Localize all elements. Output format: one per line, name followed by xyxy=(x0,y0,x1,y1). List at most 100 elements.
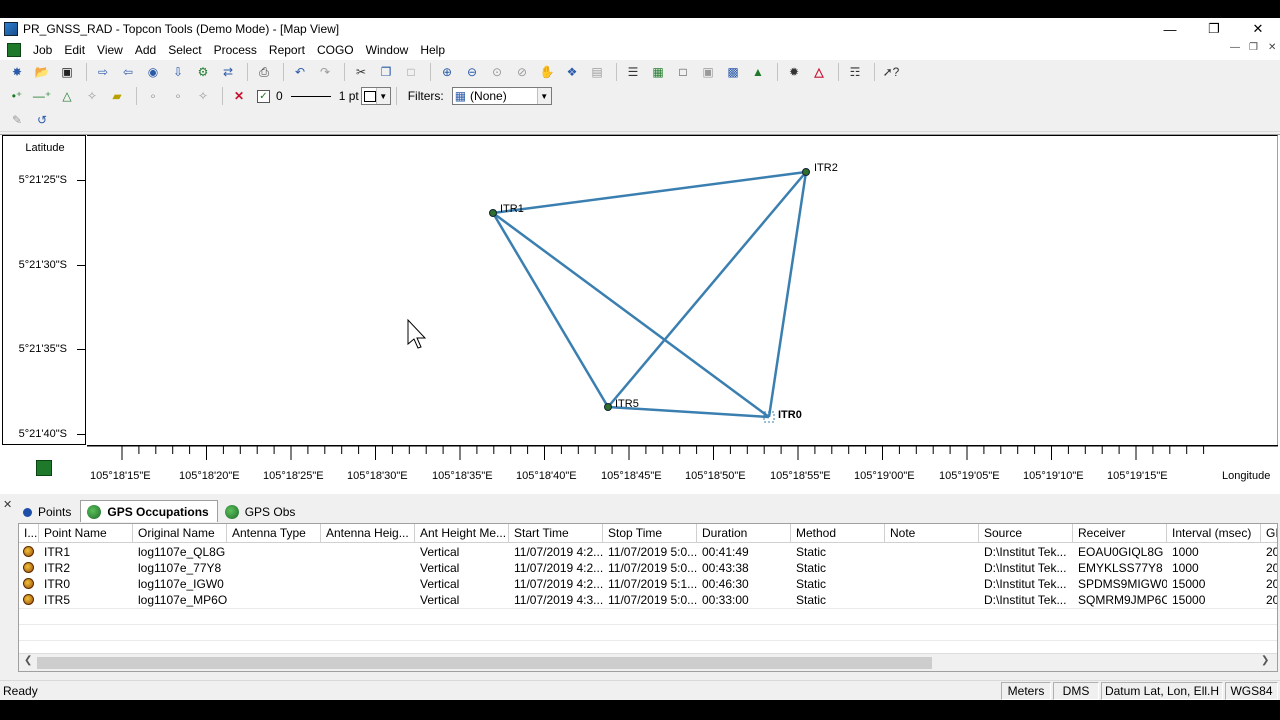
add-area-icon[interactable]: △ xyxy=(56,86,78,106)
delete-icon[interactable]: ✕ xyxy=(228,86,250,106)
filters-select[interactable]: ▦ (None) ▼ xyxy=(451,87,552,105)
occupation-view-icon[interactable]: □ xyxy=(672,62,694,82)
save-icon[interactable]: ▣ xyxy=(56,62,78,82)
station-marker-icon[interactable] xyxy=(489,209,497,217)
help-pointer-icon[interactable]: ➚? xyxy=(880,62,902,82)
export-icon[interactable]: ⇦ xyxy=(117,62,139,82)
tab-points[interactable]: Points xyxy=(16,502,80,522)
column-header[interactable]: Antenna Type xyxy=(227,524,321,543)
line-visible-checkbox[interactable]: ✓ xyxy=(257,89,270,103)
panel-close-icon[interactable]: ✕ xyxy=(3,498,12,511)
download-icon[interactable]: ⇩ xyxy=(167,62,189,82)
column-header[interactable]: I... xyxy=(19,524,39,543)
menu-cogo[interactable]: COGO xyxy=(311,43,360,57)
zoom-out-icon[interactable]: ⊖ xyxy=(461,62,483,82)
baseline-itr1-itr0[interactable] xyxy=(492,211,770,419)
menu-report[interactable]: Report xyxy=(263,43,311,57)
zoom-in-icon[interactable]: ⊕ xyxy=(436,62,458,82)
receiver-icon[interactable]: ◉ xyxy=(142,62,164,82)
mdi-restore-icon[interactable]: ❐ xyxy=(1249,42,1258,53)
column-header[interactable]: GI xyxy=(1261,524,1277,543)
column-header[interactable]: Note xyxy=(885,524,979,543)
raster-view-icon[interactable]: ▩ xyxy=(722,62,744,82)
status-datum[interactable]: Datum Lat, Lon, Ell.H xyxy=(1101,682,1223,700)
map-view-icon[interactable] xyxy=(7,43,21,57)
map-view-toolbar-icon[interactable]: ▦ xyxy=(647,62,669,82)
menu-select[interactable]: Select xyxy=(162,43,207,57)
new-job-icon[interactable]: ✸ xyxy=(6,62,28,82)
menu-process[interactable]: Process xyxy=(208,43,263,57)
report-icon[interactable]: ☶ xyxy=(844,62,866,82)
tabular-view-icon[interactable]: ☰ xyxy=(622,62,644,82)
minimize-button[interactable]: — xyxy=(1148,18,1192,40)
column-header[interactable]: Receiver xyxy=(1073,524,1167,543)
zoom-extents-icon[interactable]: ❖ xyxy=(561,62,583,82)
station-marker-icon[interactable] xyxy=(604,403,612,411)
zoom-previous-icon[interactable]: ⊘ xyxy=(511,62,533,82)
status-angle-format[interactable]: DMS xyxy=(1053,682,1099,700)
adjust-icon[interactable]: △ xyxy=(808,62,830,82)
scroll-right-icon[interactable]: ❯ xyxy=(1261,655,1269,666)
menu-help[interactable]: Help xyxy=(414,43,451,57)
menu-job[interactable]: Job xyxy=(27,43,58,57)
cad-view-icon[interactable]: ▣ xyxy=(697,62,719,82)
draw-pencil-icon[interactable]: ✎ xyxy=(6,110,28,130)
process-gps-icon[interactable]: ✹ xyxy=(783,62,805,82)
cut-icon[interactable]: ✂ xyxy=(350,62,372,82)
split-line-icon[interactable]: ∘ xyxy=(142,86,164,106)
tree-icon[interactable]: ▲ xyxy=(747,62,769,82)
scroll-left-icon[interactable]: ❮ xyxy=(24,655,32,666)
baseline-itr1-itr2[interactable] xyxy=(492,170,807,215)
mdi-minimize-icon[interactable]: — xyxy=(1230,42,1240,53)
column-header[interactable]: Ant Height Me... xyxy=(415,524,509,543)
add-layer-icon[interactable]: ▰ xyxy=(106,86,128,106)
menu-add[interactable]: Add xyxy=(129,43,162,57)
table-row[interactable]: ITR2 log1107e_77Y8 Vertical 11/07/2019 4:2.… xyxy=(19,560,1277,576)
column-header[interactable]: Source xyxy=(979,524,1073,543)
status-coordinate-system[interactable]: WGS84 xyxy=(1225,682,1278,700)
column-header[interactable]: Original Name xyxy=(133,524,227,543)
print-icon[interactable]: ⎙ xyxy=(253,62,275,82)
scrollbar-thumb[interactable] xyxy=(37,657,932,669)
mdi-close-icon[interactable]: ✕ xyxy=(1268,42,1276,53)
add-line-icon[interactable]: —⁺ xyxy=(31,86,53,106)
column-header[interactable]: Stop Time xyxy=(603,524,697,543)
map-canvas[interactable]: ITR1 ITR2 ITR5 ITR0 xyxy=(87,135,1278,445)
column-header[interactable]: Duration xyxy=(697,524,791,543)
join-line-icon[interactable]: ∘ xyxy=(167,86,189,106)
column-header[interactable]: Antenna Heig... xyxy=(321,524,415,543)
import-icon[interactable]: ⇨ xyxy=(92,62,114,82)
column-header[interactable]: Method xyxy=(791,524,885,543)
close-button[interactable]: ✕ xyxy=(1236,18,1280,40)
map-settings-icon[interactable] xyxy=(36,460,52,476)
undo-icon[interactable]: ↶ xyxy=(289,62,311,82)
column-header[interactable]: Start Time xyxy=(509,524,603,543)
tab-gps-obs[interactable]: GPS Obs xyxy=(218,502,305,522)
process-icon[interactable]: ⚙ xyxy=(192,62,214,82)
link-icon[interactable]: ⇄ xyxy=(217,62,239,82)
baseline-itr1-itr5[interactable] xyxy=(491,212,610,408)
restore-button[interactable]: ❐ xyxy=(1192,18,1236,40)
station-marker-icon[interactable] xyxy=(802,168,810,176)
table-row[interactable]: ITR5 log1107e_MP6O Vertical 11/07/2019 4:3.… xyxy=(19,592,1277,608)
line-color-select[interactable]: ▼ xyxy=(360,87,391,105)
paste-icon[interactable]: □ xyxy=(400,62,422,82)
pan-hand-icon[interactable]: ✋ xyxy=(536,62,558,82)
zoom-window-icon[interactable]: ⊙ xyxy=(486,62,508,82)
menu-view[interactable]: View xyxy=(91,43,129,57)
menu-edit[interactable]: Edit xyxy=(58,43,91,57)
status-units[interactable]: Meters xyxy=(1001,682,1051,700)
add-point-icon[interactable]: •⁺ xyxy=(6,86,28,106)
table-row[interactable]: ITR0 log1107e_IGW0 Vertical 11/07/2019 4:2.… xyxy=(19,576,1277,592)
tab-gps-occupations[interactable]: GPS Occupations xyxy=(80,500,218,522)
add-polyline-icon[interactable]: ✧ xyxy=(81,86,103,106)
edit-vertices-icon[interactable]: ✧ xyxy=(192,86,214,106)
column-header[interactable]: Point Name xyxy=(39,524,133,543)
connect-icon[interactable]: ↺ xyxy=(31,110,53,130)
table-row[interactable]: ITR1 log1107e_QL8G Vertical 11/07/2019 4:2.… xyxy=(19,544,1277,560)
zoom-selection-icon[interactable]: ▤ xyxy=(586,62,608,82)
open-folder-icon[interactable]: 📂 xyxy=(31,62,53,82)
horizontal-scrollbar[interactable]: ❮ ❯ xyxy=(19,653,1277,671)
menu-window[interactable]: Window xyxy=(360,43,415,57)
redo-icon[interactable]: ↷ xyxy=(314,62,336,82)
